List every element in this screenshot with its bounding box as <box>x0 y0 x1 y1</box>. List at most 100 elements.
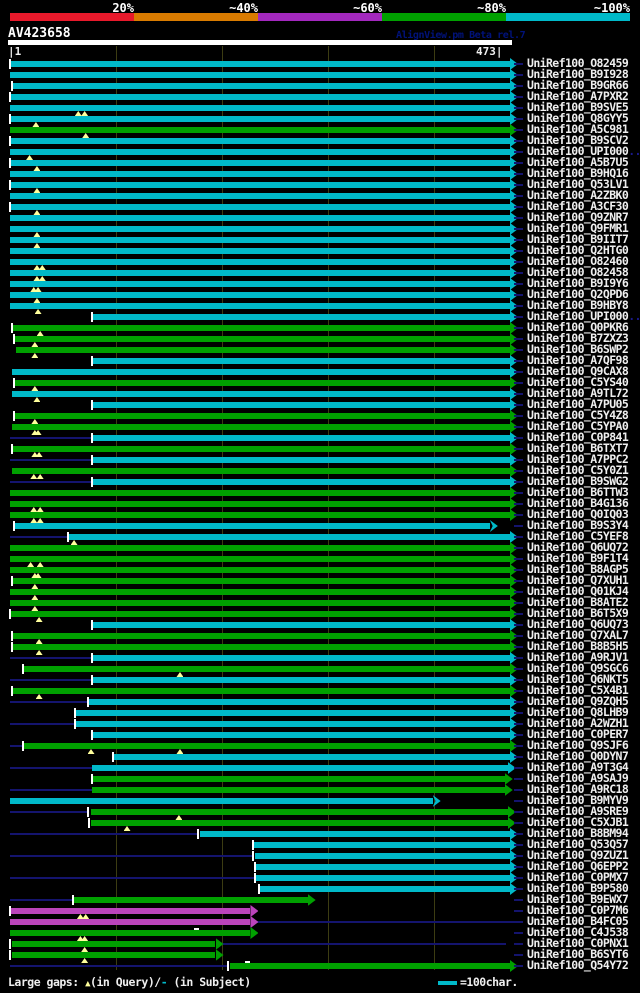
alignment-bar[interactable] <box>10 215 510 221</box>
pre-alignment-line <box>10 679 92 681</box>
alignment-bar[interactable] <box>12 369 510 375</box>
alignment-bar[interactable] <box>10 72 510 78</box>
alignment-bar[interactable] <box>12 952 216 958</box>
alignment-bar[interactable] <box>10 303 510 309</box>
alignment-bar[interactable] <box>10 545 510 551</box>
alignment-bar[interactable] <box>10 193 510 199</box>
label-connector-dash <box>514 899 523 901</box>
alignment-bar[interactable] <box>258 886 510 892</box>
label-connector-dash <box>514 151 523 153</box>
alignment-bar[interactable] <box>10 259 510 265</box>
alignment-bar[interactable] <box>10 611 510 617</box>
label-connector-dash <box>514 316 523 318</box>
alignment-bar[interactable] <box>112 754 510 760</box>
alignment-bar[interactable] <box>10 567 510 573</box>
alignment-bar[interactable] <box>14 523 490 529</box>
alignment-bar[interactable] <box>10 182 510 188</box>
alignment-bar[interactable] <box>91 358 510 364</box>
alignment-bar[interactable] <box>10 281 510 287</box>
alignment-bar[interactable] <box>12 644 510 650</box>
alignment-start-tick <box>71 895 74 905</box>
alignment-bar[interactable] <box>91 787 505 793</box>
query-gap-triangle-icon <box>30 474 38 479</box>
alignment-bar[interactable] <box>90 820 508 826</box>
alignment-bar[interactable] <box>10 127 510 133</box>
alignment-bar[interactable] <box>10 501 510 507</box>
alignment-bar[interactable] <box>10 292 510 298</box>
alignment-bar[interactable] <box>74 710 510 716</box>
alignment-bar[interactable] <box>10 138 510 144</box>
alignment-bar[interactable] <box>68 534 510 540</box>
alignment-bar[interactable] <box>10 930 251 936</box>
alignment-bar[interactable] <box>73 897 308 903</box>
label-connector-dash <box>514 360 523 362</box>
alignment-bar[interactable] <box>10 908 251 914</box>
alignment-bar[interactable] <box>12 446 510 452</box>
alignment-bar[interactable] <box>14 380 510 386</box>
alignment-bar[interactable] <box>10 512 510 518</box>
alignment-bar[interactable] <box>10 556 510 562</box>
alignment-bar[interactable] <box>10 204 510 210</box>
alignment-bar[interactable] <box>10 226 510 232</box>
alignment-bar[interactable] <box>12 468 510 474</box>
alignment-start-tick <box>88 818 91 828</box>
alignment-bar[interactable] <box>74 721 510 727</box>
alignment-bar[interactable] <box>10 160 510 166</box>
alignment-bar[interactable] <box>22 743 510 749</box>
alignment-bar[interactable] <box>10 94 510 100</box>
alignment-bar[interactable] <box>91 732 510 738</box>
alignment-bar[interactable] <box>91 677 510 683</box>
label-connector-dash <box>514 481 523 483</box>
alignment-bar[interactable] <box>199 831 510 837</box>
alignment-bar[interactable] <box>10 270 510 276</box>
alignment-start-tick <box>87 697 90 707</box>
alignment-bar[interactable] <box>10 589 510 595</box>
alignment-bar[interactable] <box>90 809 508 815</box>
alignment-bar[interactable] <box>91 457 510 463</box>
alignment-bar[interactable] <box>12 941 216 947</box>
alignment-bar[interactable] <box>10 116 510 122</box>
alignment-bar[interactable] <box>10 798 433 804</box>
alignment-bar[interactable] <box>91 765 508 771</box>
alignment-bar[interactable] <box>16 347 510 353</box>
alignment-bar[interactable] <box>91 435 510 441</box>
alignment-bar[interactable] <box>12 83 510 89</box>
alignment-bar[interactable] <box>12 578 510 584</box>
alignment-bar[interactable] <box>10 490 510 496</box>
alignment-bar[interactable] <box>10 600 510 606</box>
pre-alignment-line <box>10 789 92 791</box>
label-connector-dash <box>514 910 523 912</box>
alignment-bar[interactable] <box>230 963 510 969</box>
alignment-bar[interactable] <box>255 875 510 881</box>
alignment-bar[interactable] <box>91 479 510 485</box>
alignment-bar[interactable] <box>14 413 510 419</box>
alignment-bar[interactable] <box>12 633 510 639</box>
alignment-bar[interactable] <box>91 314 510 320</box>
alignment-bar[interactable] <box>10 171 510 177</box>
alignment-bar[interactable] <box>254 864 510 870</box>
alignment-bar[interactable] <box>10 61 510 67</box>
alignment-bar[interactable] <box>12 688 510 694</box>
alignment-bar[interactable] <box>10 919 251 925</box>
alignment-bar[interactable] <box>91 622 510 628</box>
alignment-bar[interactable] <box>254 853 510 859</box>
hit-label[interactable]: UniRef100_Q54Y72 <box>527 959 629 971</box>
label-connector-dash <box>514 767 523 769</box>
alignment-bar[interactable] <box>91 776 505 782</box>
alignment-bar[interactable] <box>88 699 510 705</box>
alignment-bar[interactable] <box>252 842 510 848</box>
alignment-bar[interactable] <box>10 248 510 254</box>
alignment-bar[interactable] <box>23 666 510 672</box>
alignment-start-tick <box>251 851 254 861</box>
alignment-bar[interactable] <box>14 336 510 342</box>
label-connector-dash <box>514 195 523 197</box>
alignment-bar[interactable] <box>12 391 510 397</box>
alignment-bar[interactable] <box>91 655 510 661</box>
alignment-bar[interactable] <box>10 237 510 243</box>
alignment-bar[interactable] <box>10 105 510 111</box>
alignment-bar[interactable] <box>10 149 510 155</box>
alignment-bar[interactable] <box>91 402 510 408</box>
alignment-start-tick <box>9 939 11 949</box>
alignment-bar[interactable] <box>12 424 510 430</box>
alignment-bar[interactable] <box>12 325 510 331</box>
